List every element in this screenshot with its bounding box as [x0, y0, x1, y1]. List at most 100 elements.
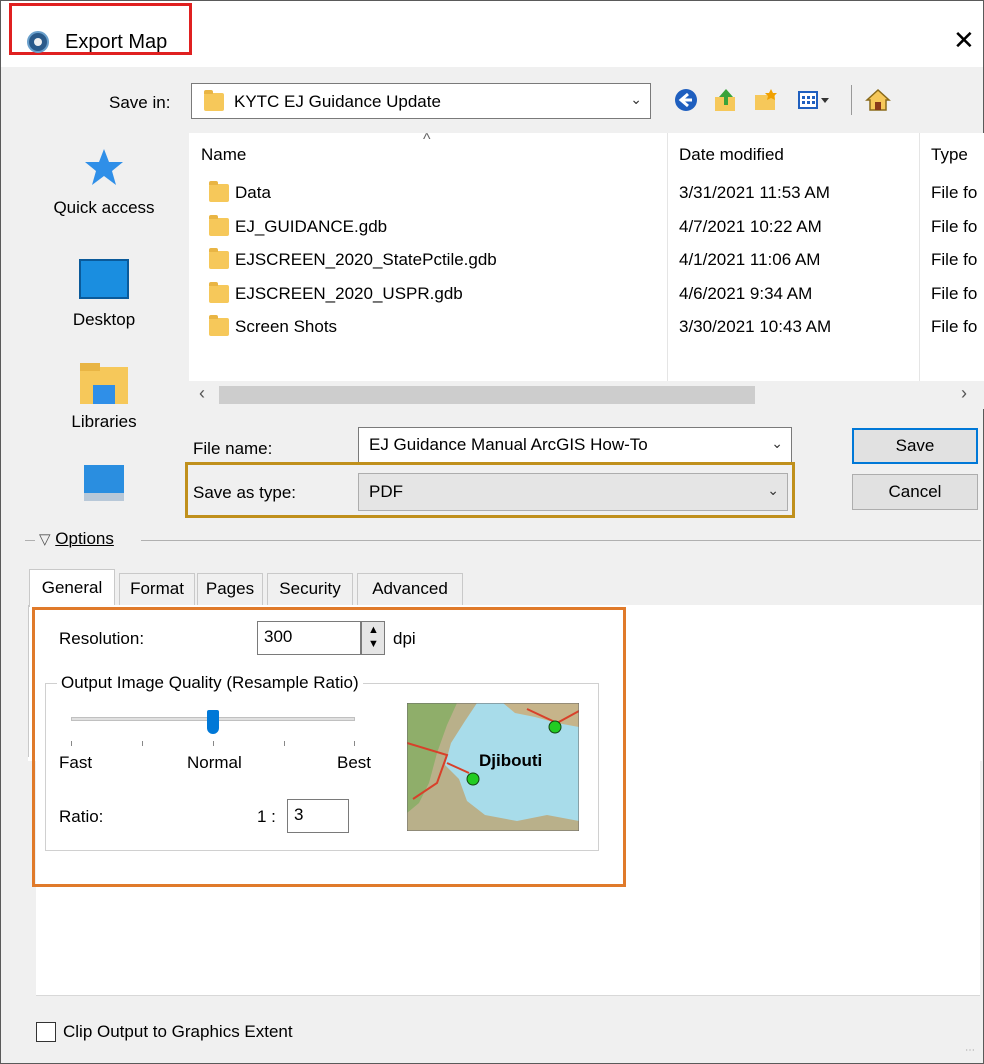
file-name-label: File name:	[193, 439, 273, 458]
resolution-input[interactable]: 300	[257, 621, 361, 655]
resolution-unit: dpi	[393, 629, 416, 648]
file-list[interactable]: ^ Name Date modified Type Data 3/31/2021…	[189, 131, 984, 409]
save-in-folder: KYTC EJ Guidance Update	[234, 92, 441, 111]
slider-label-best: Best	[337, 753, 372, 772]
folder-icon	[209, 181, 229, 202]
horizontal-scrollbar[interactable]: ‹ ›	[189, 381, 984, 409]
view-menu-icon[interactable]	[797, 87, 831, 113]
ratio-value: 3	[294, 805, 304, 824]
resize-grip-icon[interactable]: ⋯	[965, 1045, 975, 1056]
place-label: Quick access	[53, 198, 155, 217]
file-name: Data	[235, 183, 271, 202]
file-name: EJSCREEN_2020_USPR.gdb	[235, 284, 463, 303]
save-button[interactable]: Save	[852, 428, 978, 464]
scroll-right-icon[interactable]: ›	[961, 383, 967, 404]
file-row[interactable]: Screen Shots 3/30/2021 10:43 AM File fo	[189, 310, 984, 344]
slider-tick	[142, 741, 143, 746]
slider-label-fast: Fast	[59, 753, 93, 772]
up-folder-icon[interactable]	[713, 87, 739, 113]
tab-security[interactable]: Security	[267, 573, 353, 605]
column-header-name[interactable]: Name	[201, 145, 246, 165]
file-row[interactable]: EJSCREEN_2020_StatePctile.gdb 4/1/2021 1…	[189, 243, 984, 277]
folder-icon	[209, 215, 229, 236]
folder-icon	[209, 248, 229, 269]
file-row[interactable]: Data 3/31/2021 11:53 AM File fo	[189, 176, 984, 210]
star-icon	[85, 149, 123, 185]
tab-advanced[interactable]: Advanced	[357, 573, 463, 605]
tab-panel-bottom	[36, 995, 980, 996]
file-name: EJ_GUIDANCE.gdb	[235, 217, 388, 236]
file-name-input[interactable]: EJ Guidance Manual ArcGIS How-To ⌄	[358, 427, 792, 463]
scroll-thumb[interactable]	[219, 386, 755, 404]
clip-output-label[interactable]: Clip Output to Graphics Extent	[63, 1022, 293, 1042]
file-name-value: EJ Guidance Manual ArcGIS How-To	[369, 435, 648, 454]
slider-tick	[284, 741, 285, 746]
save-in-combo[interactable]: KYTC EJ Guidance Update ⌄	[191, 83, 651, 119]
options-label: Options	[55, 529, 114, 548]
spin-up-icon[interactable]: ▲	[368, 624, 379, 636]
chevron-down-icon[interactable]: ⌄	[771, 435, 783, 452]
file-row[interactable]: EJSCREEN_2020_USPR.gdb 4/6/2021 9:34 AM …	[189, 277, 984, 311]
file-name: Screen Shots	[235, 317, 338, 336]
file-date: 3/31/2021 11:53 AM	[679, 183, 830, 202]
options-rule-right	[141, 540, 981, 541]
resolution-value: 300	[264, 627, 293, 646]
place-libraries[interactable]: Libraries	[23, 361, 185, 432]
arcgis-app-icon	[27, 31, 49, 53]
column-header-type[interactable]: Type	[931, 145, 968, 165]
ratio-label: Ratio:	[59, 807, 104, 826]
slider-label-normal: Normal	[187, 753, 242, 772]
options-rule-left	[25, 540, 35, 541]
clip-output-checkbox[interactable]	[36, 1022, 56, 1042]
folder-icon	[204, 90, 224, 111]
ratio-prefix: 1 :	[257, 807, 276, 826]
tab-pages[interactable]: Pages	[197, 573, 263, 605]
tab-format[interactable]: Format	[119, 573, 195, 605]
file-type: File fo	[931, 183, 978, 202]
file-date: 4/6/2021 9:34 AM	[679, 284, 813, 303]
spin-down-icon[interactable]: ▼	[368, 638, 379, 650]
file-name: EJSCREEN_2020_StatePctile.gdb	[235, 250, 497, 269]
save-as-type-select[interactable]: PDF ⌄	[358, 473, 788, 511]
file-date: 4/7/2021 10:22 AM	[679, 217, 822, 236]
place-quick-access[interactable]: Quick access	[23, 147, 185, 218]
slider-tick	[213, 741, 214, 746]
window-title: Export Map	[65, 31, 168, 53]
chevron-down-icon: ⌄	[767, 481, 779, 498]
quality-group-label: Output Image Quality (Resample Ratio)	[57, 673, 363, 693]
home-icon[interactable]	[865, 87, 891, 113]
resolution-label: Resolution:	[59, 629, 145, 648]
chevron-down-icon: ⌄	[630, 90, 642, 107]
column-header-date[interactable]: Date modified	[679, 145, 784, 165]
folder-icon	[209, 282, 229, 303]
desktop-icon	[79, 259, 129, 299]
cancel-button[interactable]: Cancel	[852, 474, 978, 510]
title-bar: Export Map ✕	[1, 1, 983, 67]
libraries-icon	[80, 363, 128, 404]
chevron-down-icon: ▽	[39, 531, 51, 548]
ratio-input[interactable]: 3	[287, 799, 349, 833]
place-this-pc[interactable]	[23, 463, 185, 512]
save-as-type-label: Save as type:	[193, 483, 297, 502]
close-icon[interactable]: ✕	[953, 27, 975, 53]
back-icon[interactable]	[673, 87, 699, 113]
new-folder-icon[interactable]	[753, 87, 779, 113]
resolution-spinner[interactable]: ▲ ▼	[361, 621, 385, 655]
folder-icon	[209, 315, 229, 336]
tab-general[interactable]: General	[29, 569, 115, 607]
places-bar: Quick access Desktop Libraries	[23, 133, 185, 509]
place-label: Desktop	[72, 310, 136, 329]
toolbar-divider	[851, 85, 852, 115]
slider-tick	[71, 741, 72, 746]
scroll-left-icon[interactable]: ‹	[199, 383, 205, 404]
sort-arrow-icon: ^	[423, 131, 431, 148]
file-type: File fo	[931, 217, 978, 236]
file-date: 4/1/2021 11:06 AM	[679, 250, 821, 269]
quality-slider-thumb[interactable]	[207, 710, 219, 734]
export-map-dialog: Export Map ✕ Save in: KYTC EJ Guidance U…	[0, 0, 984, 1064]
file-row[interactable]: EJ_GUIDANCE.gdb 4/7/2021 10:22 AM File f…	[189, 210, 984, 244]
file-type: File fo	[931, 250, 978, 269]
file-type: File fo	[931, 317, 978, 336]
options-toggle[interactable]: ▽ Options	[39, 529, 114, 549]
place-desktop[interactable]: Desktop	[23, 259, 185, 330]
